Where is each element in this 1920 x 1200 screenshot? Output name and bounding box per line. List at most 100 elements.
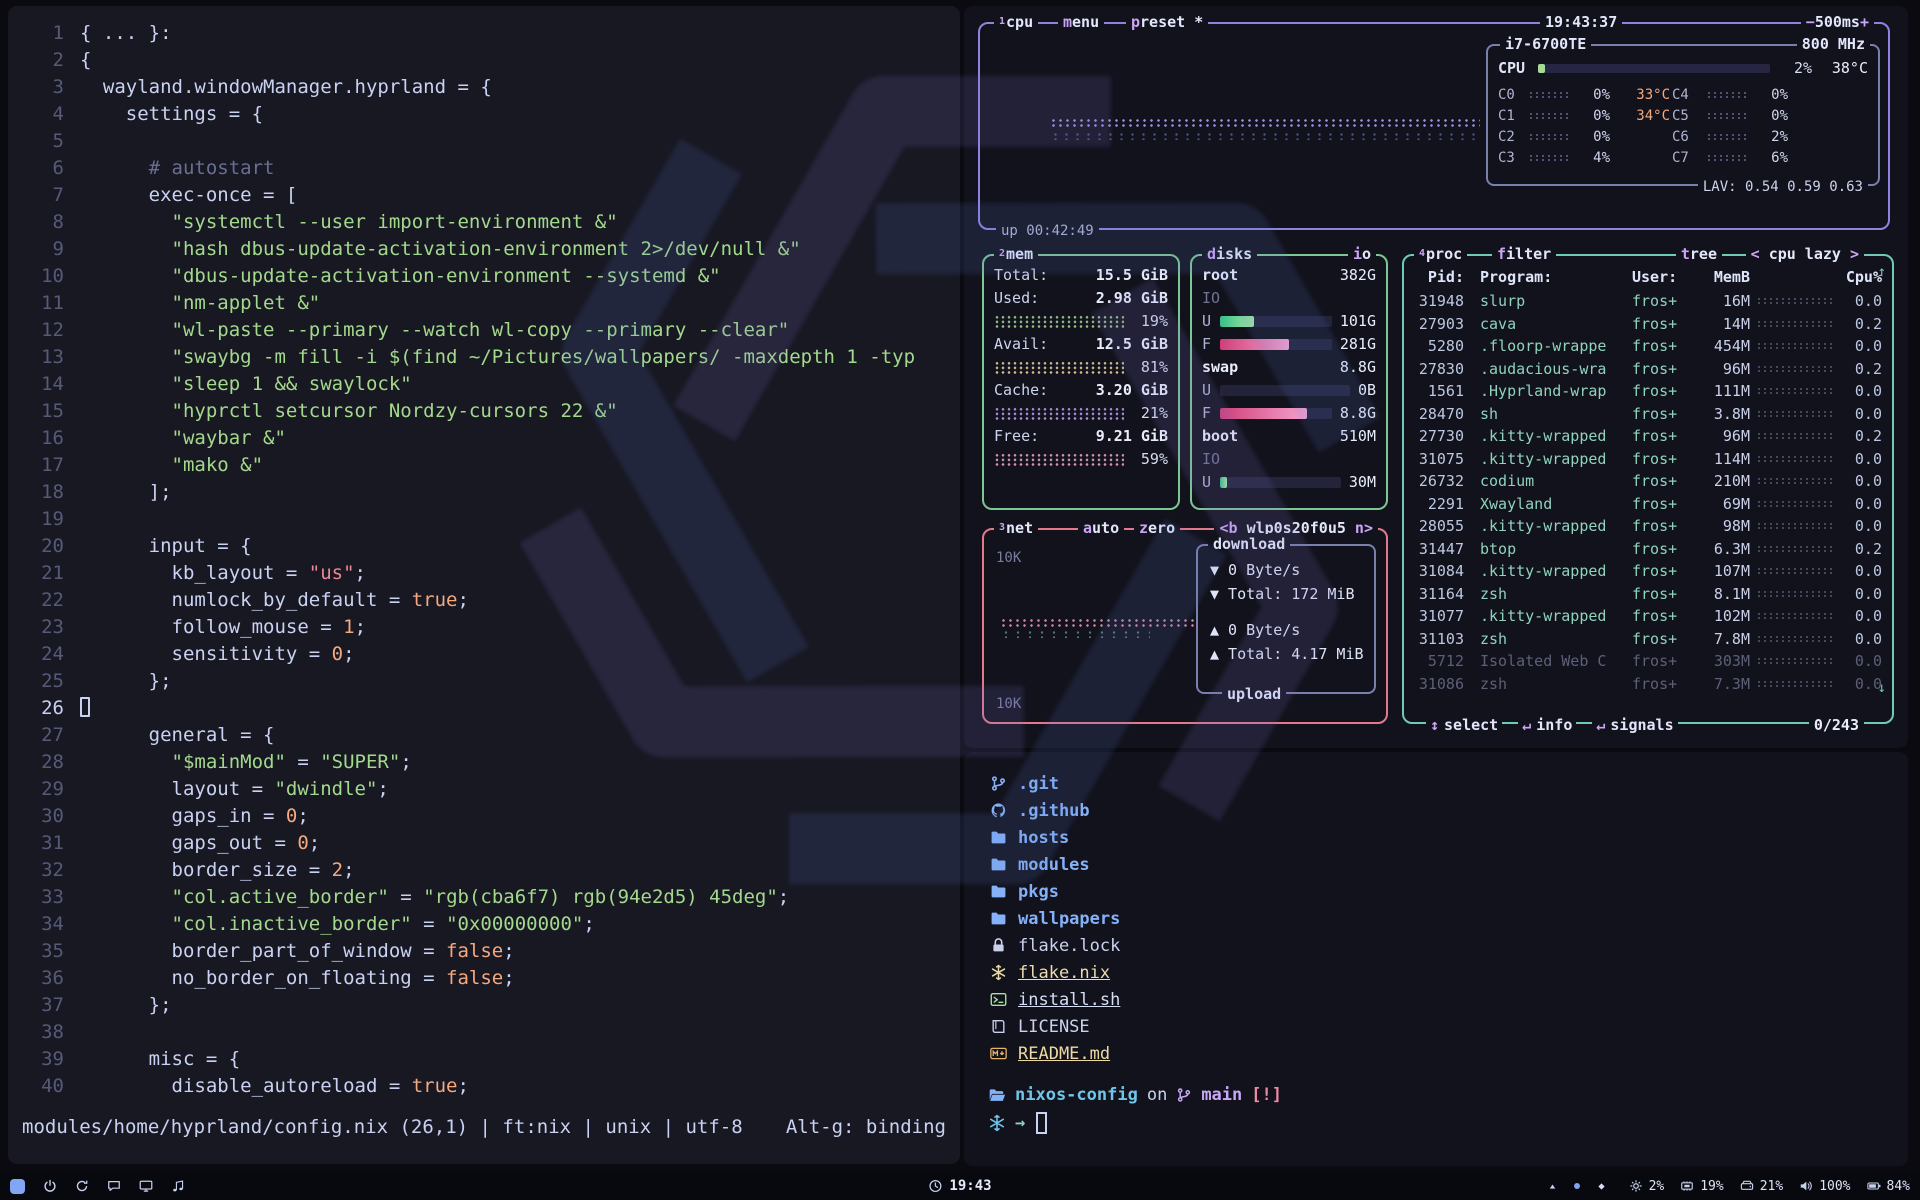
code-line[interactable]: 15 "hyprctl setcursor Nordzy-cursors 22 … [16, 398, 960, 425]
code-line[interactable]: 26 [16, 695, 960, 722]
module-battery[interactable]: 84% [1867, 1179, 1910, 1194]
code-line[interactable]: 40 disable_autoreload = true; [16, 1073, 960, 1100]
code-line[interactable]: 10 "dbus-update-activation-environment -… [16, 263, 960, 290]
footer-button-info[interactable]: ↵info [1518, 716, 1576, 734]
process-row[interactable]: 31084.kitty-wrappedfros+107M0.0 [1414, 560, 1882, 583]
code-line[interactable]: 38 [16, 1019, 960, 1046]
btop-pane[interactable]: 1cpu menu preset * 19:43:37 − 500ms + i7… [964, 6, 1908, 748]
process-row[interactable]: 2291Xwaylandfros+69M0.0 [1414, 493, 1882, 516]
module-gear[interactable]: 2% [1629, 1179, 1665, 1194]
preset-button[interactable]: preset * [1126, 12, 1208, 32]
code-line[interactable]: 1{ ... }: [16, 20, 960, 47]
file-entry[interactable]: flake.lock [988, 932, 1908, 959]
code-line[interactable]: 22 numlock_by_default = true; [16, 587, 960, 614]
chat-icon[interactable] [107, 1179, 121, 1193]
cpu-box-title[interactable]: 1cpu [994, 12, 1038, 32]
code-line[interactable]: 17 "mako &" [16, 452, 960, 479]
zero-button[interactable]: zero [1134, 518, 1180, 538]
column-header-prog[interactable]: Program: [1470, 266, 1632, 289]
code-line[interactable]: 20 input = { [16, 533, 960, 560]
column-header-cpu[interactable]: Cpu% [1840, 266, 1882, 289]
footer-button-select[interactable]: ↕select [1426, 716, 1502, 734]
network-box-title[interactable]: 3net [994, 518, 1038, 538]
code-line[interactable]: 16 "waybar &" [16, 425, 960, 452]
process-row[interactable]: 5280.floorp-wrappefros+454M0.0 [1414, 335, 1882, 358]
code-line[interactable]: 6 # autostart [16, 155, 960, 182]
interval-minus-button[interactable]: − [1806, 12, 1815, 32]
power-icon[interactable] [43, 1179, 57, 1193]
code-line[interactable]: 31 gaps_out = 0; [16, 830, 960, 857]
system-tray[interactable] [1547, 1179, 1607, 1193]
file-entry[interactable]: .git [988, 770, 1908, 797]
code-line[interactable]: 3 wayland.windowManager.hyprland = { [16, 74, 960, 101]
column-header-pid[interactable]: Pid: [1414, 266, 1470, 289]
tray-expand-icon[interactable] [1547, 1179, 1558, 1193]
code-line[interactable]: 23 follow_mouse = 1; [16, 614, 960, 641]
process-row[interactable]: 31164zshfros+8.1M0.0 [1414, 583, 1882, 606]
file-entry[interactable]: modules [988, 851, 1908, 878]
file-entry[interactable]: hosts [988, 824, 1908, 851]
code-line[interactable]: 30 gaps_in = 0; [16, 803, 960, 830]
file-entry[interactable]: README.md [988, 1040, 1908, 1067]
scroll-up-indicator[interactable]: ↑ [1878, 264, 1886, 280]
code-line[interactable]: 19 [16, 506, 960, 533]
disks-box-title[interactable]: disks [1202, 244, 1257, 264]
code-line[interactable]: 11 "nm-applet &" [16, 290, 960, 317]
editor-pane[interactable]: 1{ ... }:2{3 wayland.windowManager.hyprl… [8, 6, 960, 1164]
process-row[interactable]: 31075.kitty-wrappedfros+114M0.0 [1414, 448, 1882, 471]
sort-prev-button[interactable]: < [1751, 244, 1769, 264]
terminal-pane[interactable]: .git.githubhostsmodulespkgswallpapersfla… [964, 752, 1908, 1166]
clock-module[interactable]: 19:43 [928, 1178, 991, 1194]
file-entry[interactable]: .github [988, 797, 1908, 824]
tree-button[interactable]: tree [1676, 244, 1722, 264]
file-entry[interactable]: flake.nix [988, 959, 1908, 986]
process-row[interactable]: 5712Isolated Web Cfros+303M0.0 [1414, 650, 1882, 673]
file-entry[interactable]: install.sh [988, 986, 1908, 1013]
file-entry[interactable]: wallpapers [988, 905, 1908, 932]
code-line[interactable]: 28 "$mainMod" = "SUPER"; [16, 749, 960, 776]
process-row[interactable]: 31077.kitty-wrappedfros+102M0.0 [1414, 605, 1882, 628]
memory-box-title[interactable]: 2mem [994, 244, 1038, 264]
filter-button[interactable]: filter [1492, 244, 1556, 264]
refresh-icon[interactable] [75, 1179, 89, 1193]
tray-dot-icon[interactable] [1570, 1179, 1584, 1193]
shell-input-line[interactable]: → [988, 1112, 1908, 1134]
process-row[interactable]: 31948slurpfros+16M0.0 [1414, 290, 1882, 313]
module-memory[interactable]: 19% [1680, 1179, 1723, 1194]
code-line[interactable]: 36 no_border_on_floating = false; [16, 965, 960, 992]
io-mode-button[interactable]: io [1348, 244, 1376, 264]
workspace-indicator[interactable] [10, 1179, 25, 1194]
code-line[interactable]: 7 exec-once = [ [16, 182, 960, 209]
process-row[interactable]: 27903cavafros+14M0.2 [1414, 313, 1882, 336]
display-icon[interactable] [139, 1179, 153, 1193]
code-line[interactable]: 9 "hash dbus-update-activation-environme… [16, 236, 960, 263]
process-row[interactable]: 1561.Hyprland-wrapfros+111M0.0 [1414, 380, 1882, 403]
music-icon[interactable] [171, 1179, 185, 1193]
process-row[interactable]: 27830.audacious-wrafros+96M0.2 [1414, 358, 1882, 381]
process-row[interactable]: 27730.kitty-wrappedfros+96M0.2 [1414, 425, 1882, 448]
code-line[interactable]: 12 "wl-paste --primary --watch wl-copy -… [16, 317, 960, 344]
code-line[interactable]: 5 [16, 128, 960, 155]
process-row[interactable]: 31086zshfros+7.3M0.0 [1414, 673, 1882, 696]
code-line[interactable]: 13 "swaybg -m fill -i $(find ~/Pictures/… [16, 344, 960, 371]
code-line[interactable]: 29 layout = "dwindle"; [16, 776, 960, 803]
code-line[interactable]: 4 settings = { [16, 101, 960, 128]
code-line[interactable]: 24 sensitivity = 0; [16, 641, 960, 668]
sort-next-button[interactable]: > [1841, 244, 1859, 264]
code-line[interactable]: 25 }; [16, 668, 960, 695]
process-row[interactable]: 31447btopfros+6.3M0.2 [1414, 538, 1882, 561]
code-line[interactable]: 27 general = { [16, 722, 960, 749]
code-line[interactable]: 21 kb_layout = "us"; [16, 560, 960, 587]
process-row[interactable]: 31103zshfros+7.8M0.0 [1414, 628, 1882, 651]
code-line[interactable]: 8 "systemctl --user import-environment &… [16, 209, 960, 236]
process-row[interactable]: 26732codiumfros+210M0.0 [1414, 470, 1882, 493]
code-line[interactable]: 35 border_part_of_window = false; [16, 938, 960, 965]
update-interval-control[interactable]: − 500ms + [1801, 12, 1874, 32]
module-disk[interactable]: 21% [1740, 1179, 1783, 1194]
code-line[interactable]: 34 "col.inactive_border" = "0x00000000"; [16, 911, 960, 938]
auto-scale-button[interactable]: auto [1078, 518, 1124, 538]
code-line[interactable]: 37 }; [16, 992, 960, 1019]
code-line[interactable]: 39 misc = { [16, 1046, 960, 1073]
interface-next-button[interactable]: n> [1346, 518, 1373, 538]
file-entry[interactable]: LICENSE [988, 1013, 1908, 1040]
